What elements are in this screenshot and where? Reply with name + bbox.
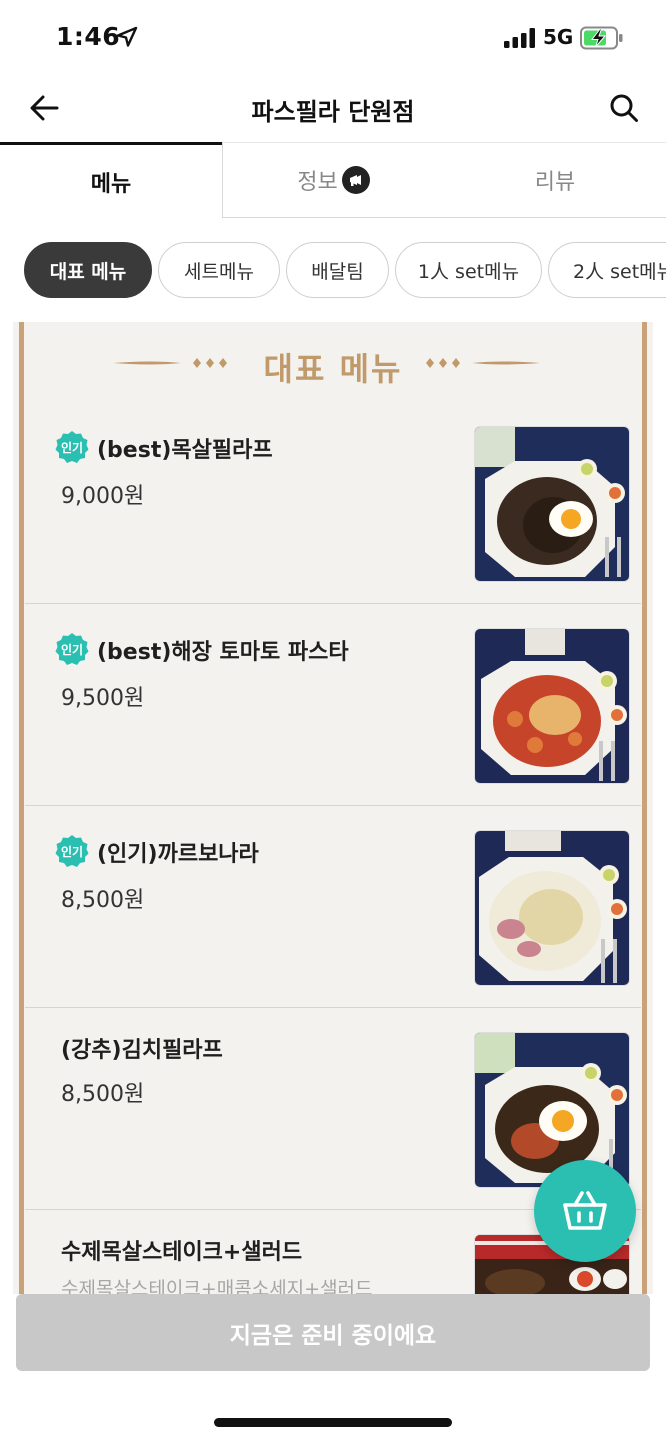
section-title: 대표 메뉴 <box>263 350 403 388</box>
chip-signature-menu[interactable]: 대표 메뉴 <box>24 242 152 298</box>
chip-label: 대표 메뉴 <box>49 260 127 283</box>
menu-board: 대표 메뉴 인기 (best)목살필라프 9,000원 인기 (best)해장 … <box>13 322 653 1302</box>
item-name: (강추)김치필라프 <box>61 1038 223 1063</box>
popular-badge: 인기 <box>55 430 89 464</box>
tab-bar: 메뉴 정보 리뷰 <box>0 142 666 218</box>
item-price: 8,500원 <box>61 1082 145 1107</box>
status-bar: 1:46 5G <box>0 0 666 76</box>
chip-label: 1人 set메뉴 <box>417 260 520 283</box>
search-button[interactable] <box>604 88 644 128</box>
item-name: 수제목살스테이크+샐러드 <box>61 1240 303 1265</box>
item-price: 9,500원 <box>61 686 145 711</box>
chip-label: 세트메뉴 <box>184 260 254 283</box>
popular-badge: 인기 <box>55 632 89 666</box>
order-button[interactable]: 지금은 준비 중이에요 <box>16 1294 650 1371</box>
tab-menu-label: 메뉴 <box>90 171 132 197</box>
item-name: (best)해장 토마토 파스타 <box>97 640 349 665</box>
tab-info[interactable]: 정보 <box>222 142 444 218</box>
chip-label: 배달팀 <box>311 260 364 283</box>
badge-label: 인기 <box>60 440 84 455</box>
item-photo <box>474 628 630 784</box>
location-arrow-icon <box>116 26 138 47</box>
chip-single-set[interactable]: 1人 set메뉴 <box>395 242 542 298</box>
tab-info-label: 정보 <box>297 170 338 195</box>
popular-badge: 인기 <box>55 834 89 868</box>
section-header: 대표 메뉴 <box>13 336 653 388</box>
item-photo <box>474 426 630 582</box>
right-ornament-icon <box>426 358 540 368</box>
menu-item[interactable]: 인기 (best)해장 토마토 파스타 9,500원 <box>25 604 641 806</box>
chip-double-set[interactable]: 2人 set메뉴 <box>548 242 666 298</box>
megaphone-icon <box>341 166 370 194</box>
battery-charging-icon <box>580 26 623 50</box>
chip-delivery-tip[interactable]: 배달팀 <box>286 242 389 298</box>
menu-item[interactable]: 인기 (best)목살필라프 9,000원 <box>25 402 641 604</box>
item-price: 9,000원 <box>61 484 145 509</box>
item-name: (best)목살필라프 <box>97 438 273 463</box>
cart-button[interactable] <box>534 1160 636 1262</box>
item-price: 8,500원 <box>61 888 145 913</box>
home-indicator <box>214 1418 452 1427</box>
chip-set-menu[interactable]: 세트메뉴 <box>158 242 280 298</box>
menu-item[interactable]: 인기 (인기)까르보나라 8,500원 <box>25 806 641 1008</box>
page-title: 파스필라 단원점 <box>251 98 415 126</box>
network-label: 5G <box>543 25 574 49</box>
badge-label: 인기 <box>60 844 84 859</box>
item-name: (인기)까르보나라 <box>97 842 259 867</box>
item-photo <box>474 830 630 986</box>
tab-menu[interactable]: 메뉴 <box>0 142 222 218</box>
tab-review-label: 리뷰 <box>534 170 576 195</box>
order-button-label: 지금은 준비 중이에요 <box>229 1322 437 1349</box>
badge-label: 인기 <box>60 642 84 657</box>
search-icon <box>610 94 638 122</box>
app-header: 파스필라 단원점 <box>0 76 666 140</box>
chip-label: 2人 set메뉴 <box>573 260 666 283</box>
tab-review[interactable]: 리뷰 <box>444 142 666 218</box>
category-chips: 대표 메뉴 세트메뉴 배달팀 1人 set메뉴 2人 set메뉴 <box>24 242 666 300</box>
status-time: 1:46 <box>56 22 121 51</box>
basket-icon <box>563 1191 607 1230</box>
signal-icon <box>504 28 535 48</box>
